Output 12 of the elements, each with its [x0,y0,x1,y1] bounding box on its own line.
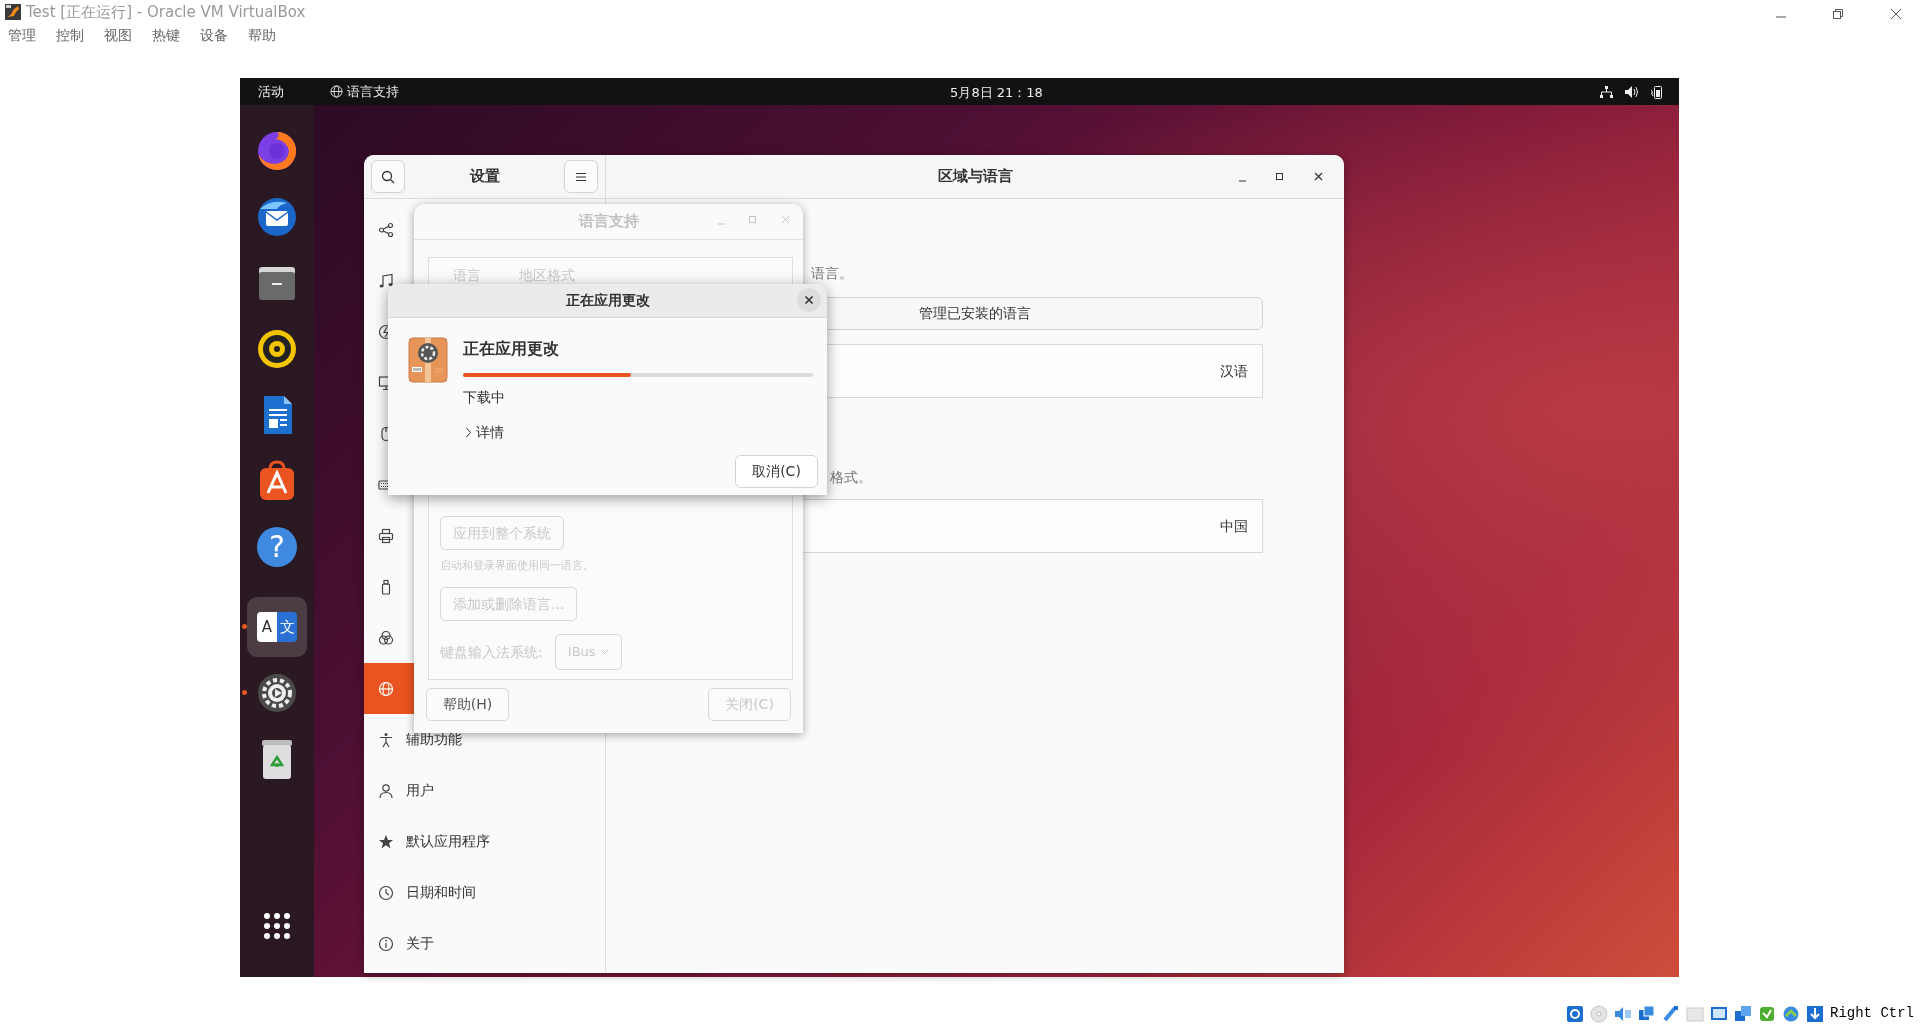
window-title: 区域与语言 [938,166,1013,188]
row-value: 汉语 [1220,361,1248,381]
description-text: 语言。 [811,264,854,283]
dialog-title: 语言支持 [578,211,639,233]
description-text: 格式。 [830,468,873,487]
dialog-heading: 正在应用更改 [463,338,560,360]
row-value: 中国 [1220,516,1248,536]
host-key-label: Right Ctrl [1830,1004,1914,1023]
window-title: Test [正在运行] - Oracle VM VirtualBox [26,2,306,23]
dialog-title: 正在应用更改 [565,291,650,310]
sidebar-title: 设置 [469,166,500,188]
status-text: 下载中 [463,388,506,407]
